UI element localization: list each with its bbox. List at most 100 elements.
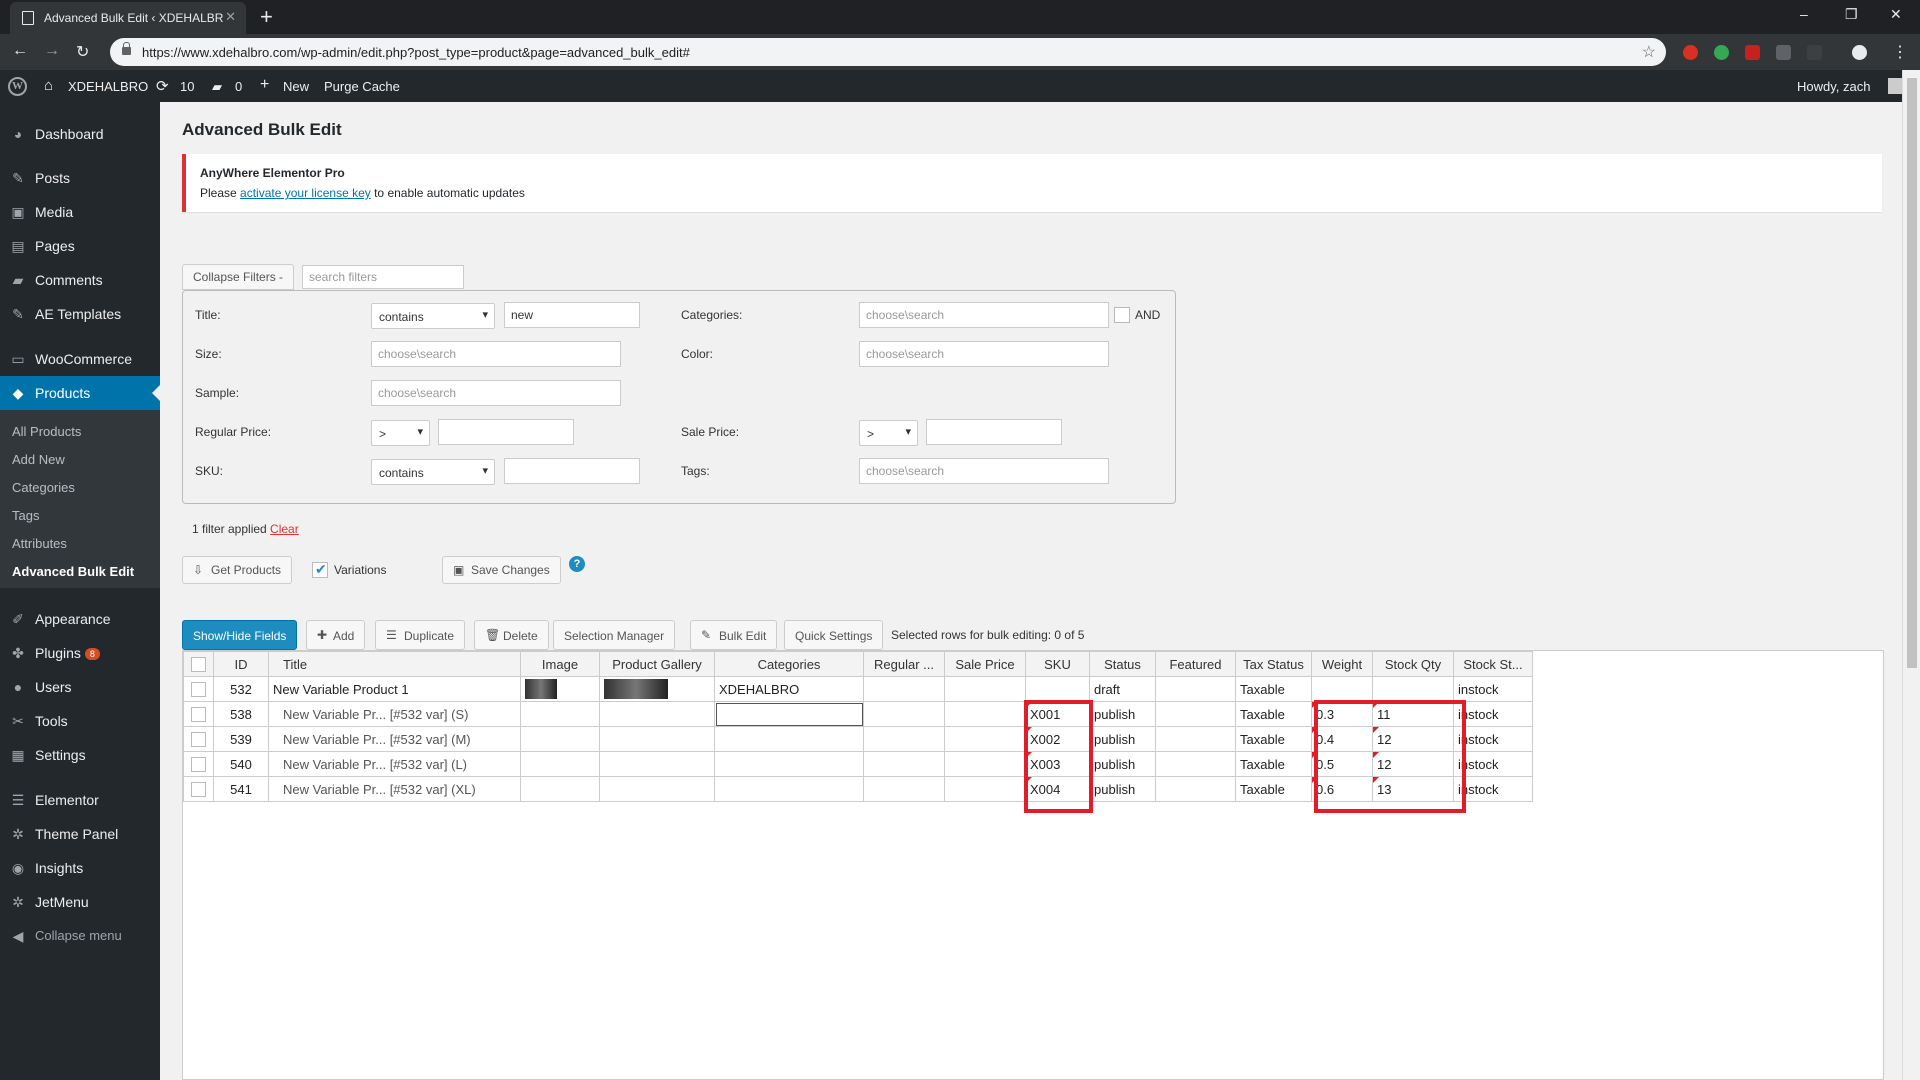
search-filters-input[interactable]: search filters xyxy=(302,265,464,289)
submenu-tags[interactable]: Tags xyxy=(12,508,39,523)
categories-cell[interactable] xyxy=(714,776,864,802)
variations-checkbox[interactable] xyxy=(312,561,328,578)
title-cell[interactable]: New Variable Pr... [#532 var] (M) xyxy=(268,726,521,752)
table-row[interactable]: 538 New Variable Pr... [#532 var] (S) X0… xyxy=(183,701,1533,727)
profile-icon[interactable] xyxy=(1852,45,1867,60)
tax-status-cell[interactable]: Taxable xyxy=(1235,751,1312,777)
selection-manager-button[interactable]: Selection Manager xyxy=(553,620,676,650)
get-products-button[interactable]: ⇩ Get Products xyxy=(182,556,293,584)
image-cell[interactable] xyxy=(520,701,600,727)
column-header[interactable]: Categories xyxy=(714,651,864,677)
column-header[interactable]: Status xyxy=(1089,651,1156,677)
tax-status-cell[interactable]: Taxable xyxy=(1235,776,1312,802)
stock-status-cell[interactable]: instock xyxy=(1453,676,1533,702)
column-header[interactable]: Tax Status xyxy=(1235,651,1312,677)
sample-filter-input[interactable]: choose\search xyxy=(371,380,621,406)
tax-status-cell[interactable]: Taxable xyxy=(1235,726,1312,752)
gallery-cell[interactable] xyxy=(599,751,715,777)
gallery-cell[interactable] xyxy=(599,776,715,802)
menu-item-plugins[interactable]: ✤ Plugins 8 xyxy=(0,636,160,670)
regular-price-cell[interactable] xyxy=(863,776,945,802)
back-icon[interactable]: ← xyxy=(12,42,28,60)
status-cell[interactable]: publish xyxy=(1089,726,1156,752)
sale-price-cell[interactable] xyxy=(944,726,1026,752)
table-row[interactable]: 540 New Variable Pr... [#532 var] (L) X0… xyxy=(183,751,1533,777)
restore-button[interactable]: ❐ xyxy=(1845,6,1858,23)
menu-item-woocommerce[interactable]: ▭ WooCommerce xyxy=(0,342,160,376)
show-hide-fields-button[interactable]: Show/Hide Fields xyxy=(182,620,298,650)
featured-cell[interactable] xyxy=(1155,751,1236,777)
close-window-button[interactable]: ✕ xyxy=(1890,6,1902,23)
gallery-cell[interactable] xyxy=(599,726,715,752)
stock-status-cell[interactable]: instock xyxy=(1453,701,1533,727)
collapse-filters-button[interactable]: Collapse Filters - xyxy=(182,264,295,290)
row-checkbox[interactable] xyxy=(191,757,206,773)
sku-cell[interactable] xyxy=(1025,676,1090,702)
updates-count[interactable]: 10 xyxy=(180,79,194,94)
status-cell[interactable]: publish xyxy=(1089,751,1156,777)
categories-cell[interactable]: XDEHALBRO xyxy=(714,676,864,702)
title-cell[interactable]: New Variable Pr... [#532 var] (S) xyxy=(268,701,521,727)
submenu-add-new[interactable]: Add New xyxy=(12,452,65,467)
gallery-cell[interactable] xyxy=(599,676,715,702)
stock-qty-cell[interactable]: 12 xyxy=(1372,726,1454,752)
column-header[interactable]: Regular ... xyxy=(863,651,945,677)
color-filter-input[interactable]: choose\search xyxy=(859,341,1109,367)
sale-price-cell[interactable] xyxy=(944,776,1026,802)
sale-price-cell[interactable] xyxy=(944,676,1026,702)
row-select[interactable] xyxy=(183,676,214,702)
sale-price-cell[interactable] xyxy=(944,701,1026,727)
menu-item-posts[interactable]: ✎ Posts xyxy=(0,161,160,195)
duplicate-button[interactable]: ☰ Duplicate xyxy=(375,620,466,650)
delete-button[interactable]: 🗑 Delete xyxy=(474,620,549,650)
status-cell[interactable]: publish xyxy=(1089,776,1156,802)
weight-cell[interactable]: 0.5 xyxy=(1311,751,1373,777)
row-select[interactable] xyxy=(183,776,214,802)
image-cell[interactable] xyxy=(520,776,600,802)
regular-price-operator-select[interactable]: > xyxy=(371,420,430,446)
purge-cache-link[interactable]: Purge Cache xyxy=(324,79,400,94)
save-changes-button[interactable]: ▣ Save Changes xyxy=(442,556,561,584)
row-checkbox[interactable] xyxy=(191,682,206,698)
image-cell[interactable] xyxy=(520,676,600,702)
menu-item-elementor[interactable]: ☰ Elementor xyxy=(0,783,160,817)
menu-item-insights[interactable]: ◉ Insights xyxy=(0,851,160,885)
select-all-header[interactable] xyxy=(183,651,214,677)
sku-cell[interactable]: X004 xyxy=(1025,776,1090,802)
column-header[interactable]: Product Gallery xyxy=(599,651,715,677)
row-checkbox[interactable] xyxy=(191,782,206,798)
title-cell[interactable]: New Variable Product 1 xyxy=(268,676,521,702)
address-bar[interactable]: https://www.xdehalbro.com/wp-admin/edit.… xyxy=(110,38,1666,66)
stock-qty-cell[interactable] xyxy=(1372,676,1454,702)
featured-cell[interactable] xyxy=(1155,726,1236,752)
featured-cell[interactable] xyxy=(1155,676,1236,702)
forward-icon[interactable]: → xyxy=(44,42,60,60)
categories-cell[interactable] xyxy=(714,701,864,727)
product-image-thumbnail[interactable] xyxy=(525,679,557,699)
table-row[interactable]: 541 New Variable Pr... [#532 var] (XL) X… xyxy=(183,776,1533,802)
column-header[interactable]: ID xyxy=(213,651,269,677)
product-gallery-thumbnails[interactable] xyxy=(604,679,668,699)
collapse-menu-button[interactable]: ◀ Collapse menu xyxy=(0,919,160,953)
submenu-attributes[interactable]: Attributes xyxy=(12,536,67,551)
sale-price-input[interactable] xyxy=(926,419,1062,445)
sku-cell[interactable]: X003 xyxy=(1025,751,1090,777)
extension-icon[interactable] xyxy=(1683,45,1698,60)
help-icon[interactable]: ? xyxy=(569,556,585,572)
menu-item-theme-panel[interactable]: ✲ Theme Panel xyxy=(0,817,160,851)
submenu-all-products[interactable]: All Products xyxy=(12,424,81,439)
status-cell[interactable]: draft xyxy=(1089,676,1156,702)
column-header[interactable]: Image xyxy=(520,651,600,677)
extension-icon[interactable] xyxy=(1807,45,1822,60)
menu-item-media[interactable]: ▣ Media xyxy=(0,195,160,229)
page-scrollbar[interactable] xyxy=(1902,70,1920,1080)
browser-menu-icon[interactable]: ⋮ xyxy=(1892,42,1908,62)
featured-cell[interactable] xyxy=(1155,701,1236,727)
column-header[interactable]: Weight xyxy=(1311,651,1373,677)
row-checkbox[interactable] xyxy=(191,732,206,748)
stock-qty-cell[interactable]: 13 xyxy=(1372,776,1454,802)
submenu-advanced-bulk-edit[interactable]: Advanced Bulk Edit xyxy=(12,564,134,579)
menu-item-users[interactable]: ● Users xyxy=(0,670,160,704)
bookmark-star-icon[interactable]: ☆ xyxy=(1642,42,1656,62)
weight-cell[interactable]: 0.3 xyxy=(1311,701,1373,727)
